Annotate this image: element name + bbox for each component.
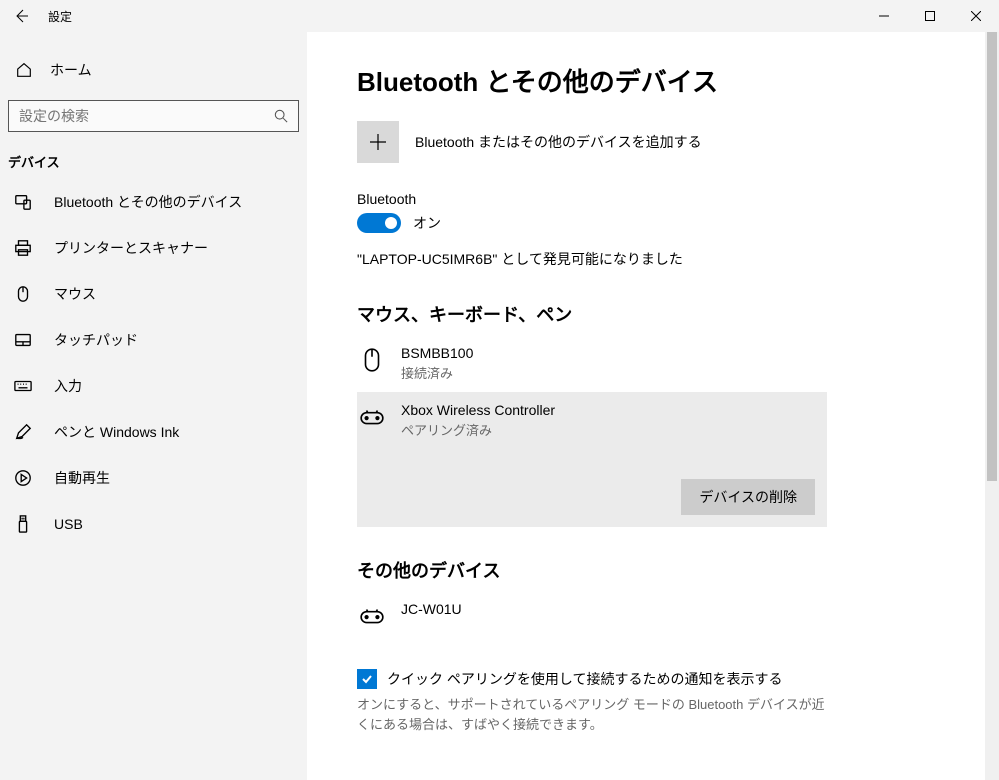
nav-label: タッチパッド (54, 330, 138, 350)
search-icon (274, 109, 288, 123)
category-header: デバイス (0, 144, 307, 179)
nav-label: Bluetooth とその他のデバイス (54, 192, 242, 212)
bluetooth-label: Bluetooth (357, 191, 975, 207)
device-name: Xbox Wireless Controller (401, 402, 555, 418)
back-button[interactable] (0, 0, 42, 32)
nav-label: プリンターとスキャナー (54, 238, 208, 258)
group-mouse-keyboard-pen: マウス、キーボード、ペン (357, 301, 975, 327)
gamepad-icon (359, 404, 385, 430)
sidebar: ホーム デバイス Bluetooth とその他のデバイス プリンターとスキャナー… (0, 32, 307, 780)
add-device-label: Bluetooth またはその他のデバイスを追加する (415, 132, 702, 152)
nav-pen[interactable]: ペンと Windows Ink (0, 409, 307, 455)
home-label: ホーム (50, 60, 92, 80)
add-device-button[interactable] (357, 121, 399, 163)
group-other-devices: その他のデバイス (357, 557, 975, 583)
device-name: BSMBB100 (401, 345, 473, 361)
nav-label: ペンと Windows Ink (54, 422, 179, 442)
device-item[interactable]: JC-W01U (357, 591, 827, 639)
check-icon (361, 673, 373, 685)
scrollbar-thumb[interactable] (987, 32, 997, 481)
nav-touchpad[interactable]: タッチパッド (0, 317, 307, 363)
nav-usb[interactable]: USB (0, 501, 307, 547)
nav-label: 入力 (54, 376, 82, 396)
device-item-selected[interactable]: Xbox Wireless Controller ペアリング済み デバイスの削除 (357, 392, 827, 527)
devices-icon (14, 193, 32, 211)
nav-printers[interactable]: プリンターとスキャナー (0, 225, 307, 271)
nav-label: マウス (54, 284, 96, 304)
bluetooth-toggle[interactable] (357, 213, 401, 233)
nav-autoplay[interactable]: 自動再生 (0, 455, 307, 501)
main-content: Bluetooth とその他のデバイス Bluetooth またはその他のデバイ… (307, 32, 999, 780)
search-button[interactable] (269, 104, 293, 128)
remove-device-button[interactable]: デバイスの削除 (681, 479, 815, 515)
device-status: ペアリング済み (401, 420, 555, 439)
device-name: JC-W01U (401, 601, 462, 617)
home-icon (14, 60, 34, 80)
gamepad-icon (359, 603, 385, 629)
mouse-icon (14, 285, 32, 303)
quickpair-checkbox[interactable] (357, 669, 377, 689)
window-title: 設定 (42, 8, 72, 25)
home-nav[interactable]: ホーム (0, 48, 307, 92)
quickpair-help: オンにすると、サポートされているペアリング モードの Bluetooth デバイ… (357, 695, 827, 734)
quickpair-label: クイック ペアリングを使用して接続するための通知を表示する (387, 669, 782, 689)
search-input[interactable] (8, 100, 299, 132)
nav-typing[interactable]: 入力 (0, 363, 307, 409)
mouse-icon (359, 347, 385, 373)
device-item[interactable]: BSMBB100 接続済み (357, 335, 827, 392)
usb-icon (14, 515, 32, 533)
nav-bluetooth-devices[interactable]: Bluetooth とその他のデバイス (0, 179, 307, 225)
maximize-button[interactable] (907, 0, 953, 32)
nav-label: 自動再生 (54, 468, 110, 488)
page-title: Bluetooth とその他のデバイス (357, 62, 975, 99)
bluetooth-state: オン (413, 213, 441, 233)
autoplay-icon (14, 469, 32, 487)
nav-label: USB (54, 516, 83, 532)
keyboard-icon (14, 377, 32, 395)
maximize-icon (925, 11, 935, 21)
printer-icon (14, 239, 32, 257)
minimize-icon (879, 11, 889, 21)
minimize-button[interactable] (861, 0, 907, 32)
touchpad-icon (14, 331, 32, 349)
nav-mouse[interactable]: マウス (0, 271, 307, 317)
close-button[interactable] (953, 0, 999, 32)
add-device-row[interactable]: Bluetooth またはその他のデバイスを追加する (357, 121, 975, 163)
close-icon (971, 11, 981, 21)
back-arrow-icon (13, 8, 29, 24)
titlebar: 設定 (0, 0, 999, 32)
search-container (8, 100, 299, 132)
discoverable-text: "LAPTOP-UC5IMR6B" として発見可能になりました (357, 249, 975, 269)
scrollbar[interactable] (985, 32, 999, 780)
plus-icon (369, 133, 387, 151)
pen-icon (14, 423, 32, 441)
device-status: 接続済み (401, 363, 473, 382)
